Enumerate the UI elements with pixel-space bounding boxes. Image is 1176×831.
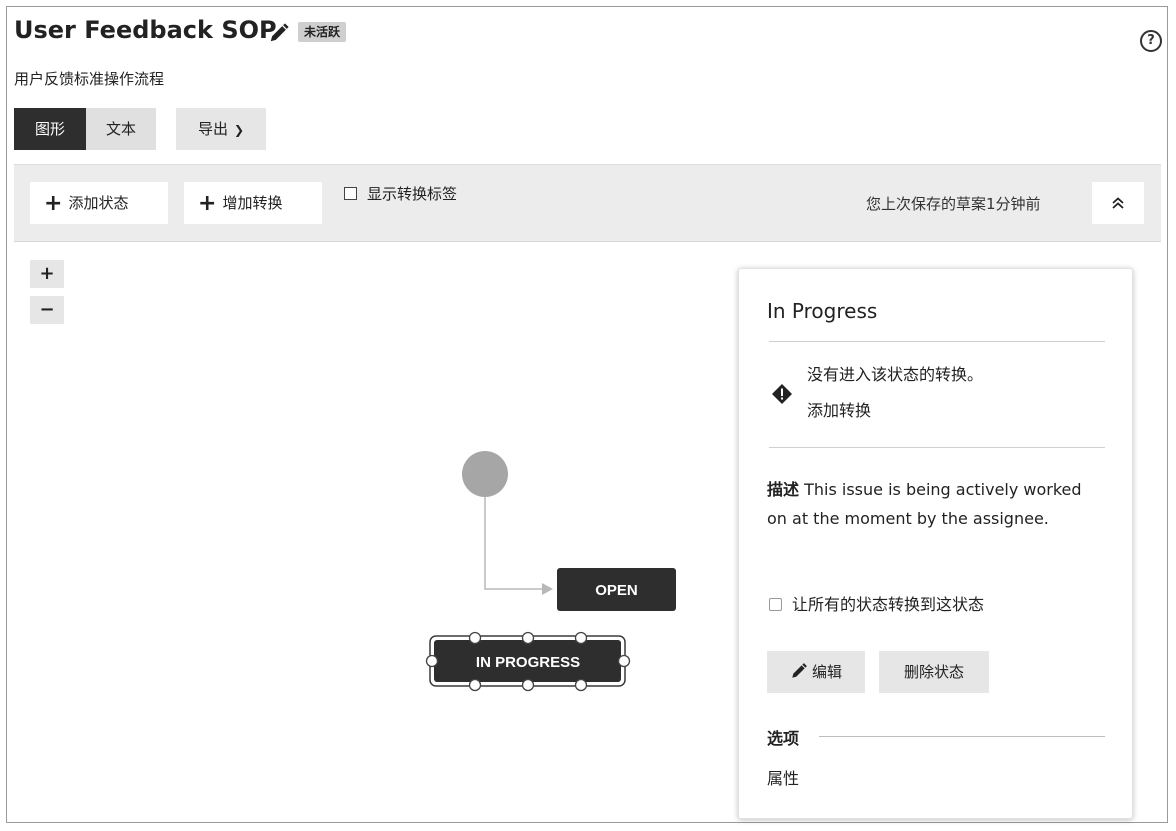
state-node-in-progress-label: IN PROGRESS [476,654,580,671]
add-state-label: 添加状态 [68,194,129,212]
resize-handle[interactable] [468,631,482,645]
chevrons-up-icon [1112,197,1124,209]
state-node-open[interactable]: OPEN [557,568,676,611]
allow-all-transitions-label: 让所有的状态转换到这状态 [792,595,985,614]
add-transition-button[interactable]: + 增加转换 [184,182,322,224]
export-button[interactable]: 导出 ❯ [176,108,266,150]
draft-saved-status: 您上次保存的草案1分钟前 [866,195,1041,213]
page-title: User Feedback SOP [14,16,277,44]
add-state-button[interactable]: + 添加状态 [30,182,168,224]
tab-graph[interactable]: 图形 [14,108,86,150]
edit-title-pencil-icon[interactable] [268,22,290,44]
chevron-down-icon: ❯ [233,123,245,137]
state-details-panel: In Progress 没有进入该状态的转换。 添加转换 描述 This iss… [738,268,1133,819]
state-node-open-label: OPEN [595,582,638,599]
no-incoming-transitions-text: 没有进入该状态的转换。 [807,365,984,384]
tab-text[interactable]: 文本 [86,108,156,150]
options-divider [819,736,1105,737]
divider [769,341,1105,342]
description-text: This issue is being actively worked on a… [767,480,1082,528]
options-heading: 选项 [767,725,806,749]
collapse-toolbar-button[interactable] [1092,182,1144,224]
divider [769,447,1105,448]
export-label: 导出 [197,120,228,138]
show-labels-text: 显示转换标签 [367,185,458,203]
state-description: 描述 This issue is being actively worked o… [767,475,1087,533]
resize-handle[interactable] [468,678,482,692]
plus-icon: + [44,191,63,216]
pencil-icon [792,663,807,678]
resize-handle[interactable] [617,654,631,668]
resize-handle[interactable] [521,631,535,645]
editor-toolbar: + 添加状态 + 增加转换 显示转换标签 您上次保存的草案1分钟前 [14,164,1161,242]
page-subtitle: 用户反馈标准操作流程 [14,70,165,88]
zoom-in-button[interactable]: + [30,260,64,288]
panel-title: In Progress [767,299,878,323]
help-icon[interactable]: ? [1140,30,1162,52]
resize-handle[interactable] [574,678,588,692]
allow-all-transitions-toggle[interactable]: 让所有的状态转换到这状态 [769,591,984,615]
resize-handle[interactable] [425,654,439,668]
description-label: 描述 [767,480,800,499]
zoom-out-button[interactable]: − [30,296,64,324]
edit-state-button[interactable]: 编辑 [767,651,865,693]
status-badge: 未活跃 [298,22,347,42]
start-node[interactable] [462,451,508,497]
edit-label: 编辑 [811,663,842,681]
resize-handle[interactable] [521,678,535,692]
resize-handle[interactable] [574,631,588,645]
show-labels-checkbox[interactable] [344,187,357,200]
warning-icon [772,384,792,404]
plus-icon: + [198,191,217,216]
delete-state-button[interactable]: 删除状态 [879,651,989,693]
add-transition-label: 增加转换 [222,194,283,212]
add-transition-link[interactable]: 添加转换 [807,397,871,421]
allow-all-transitions-checkbox[interactable] [769,598,782,611]
show-transition-labels-toggle[interactable]: 显示转换标签 [344,183,457,204]
properties-link[interactable]: 属性 [767,765,799,789]
